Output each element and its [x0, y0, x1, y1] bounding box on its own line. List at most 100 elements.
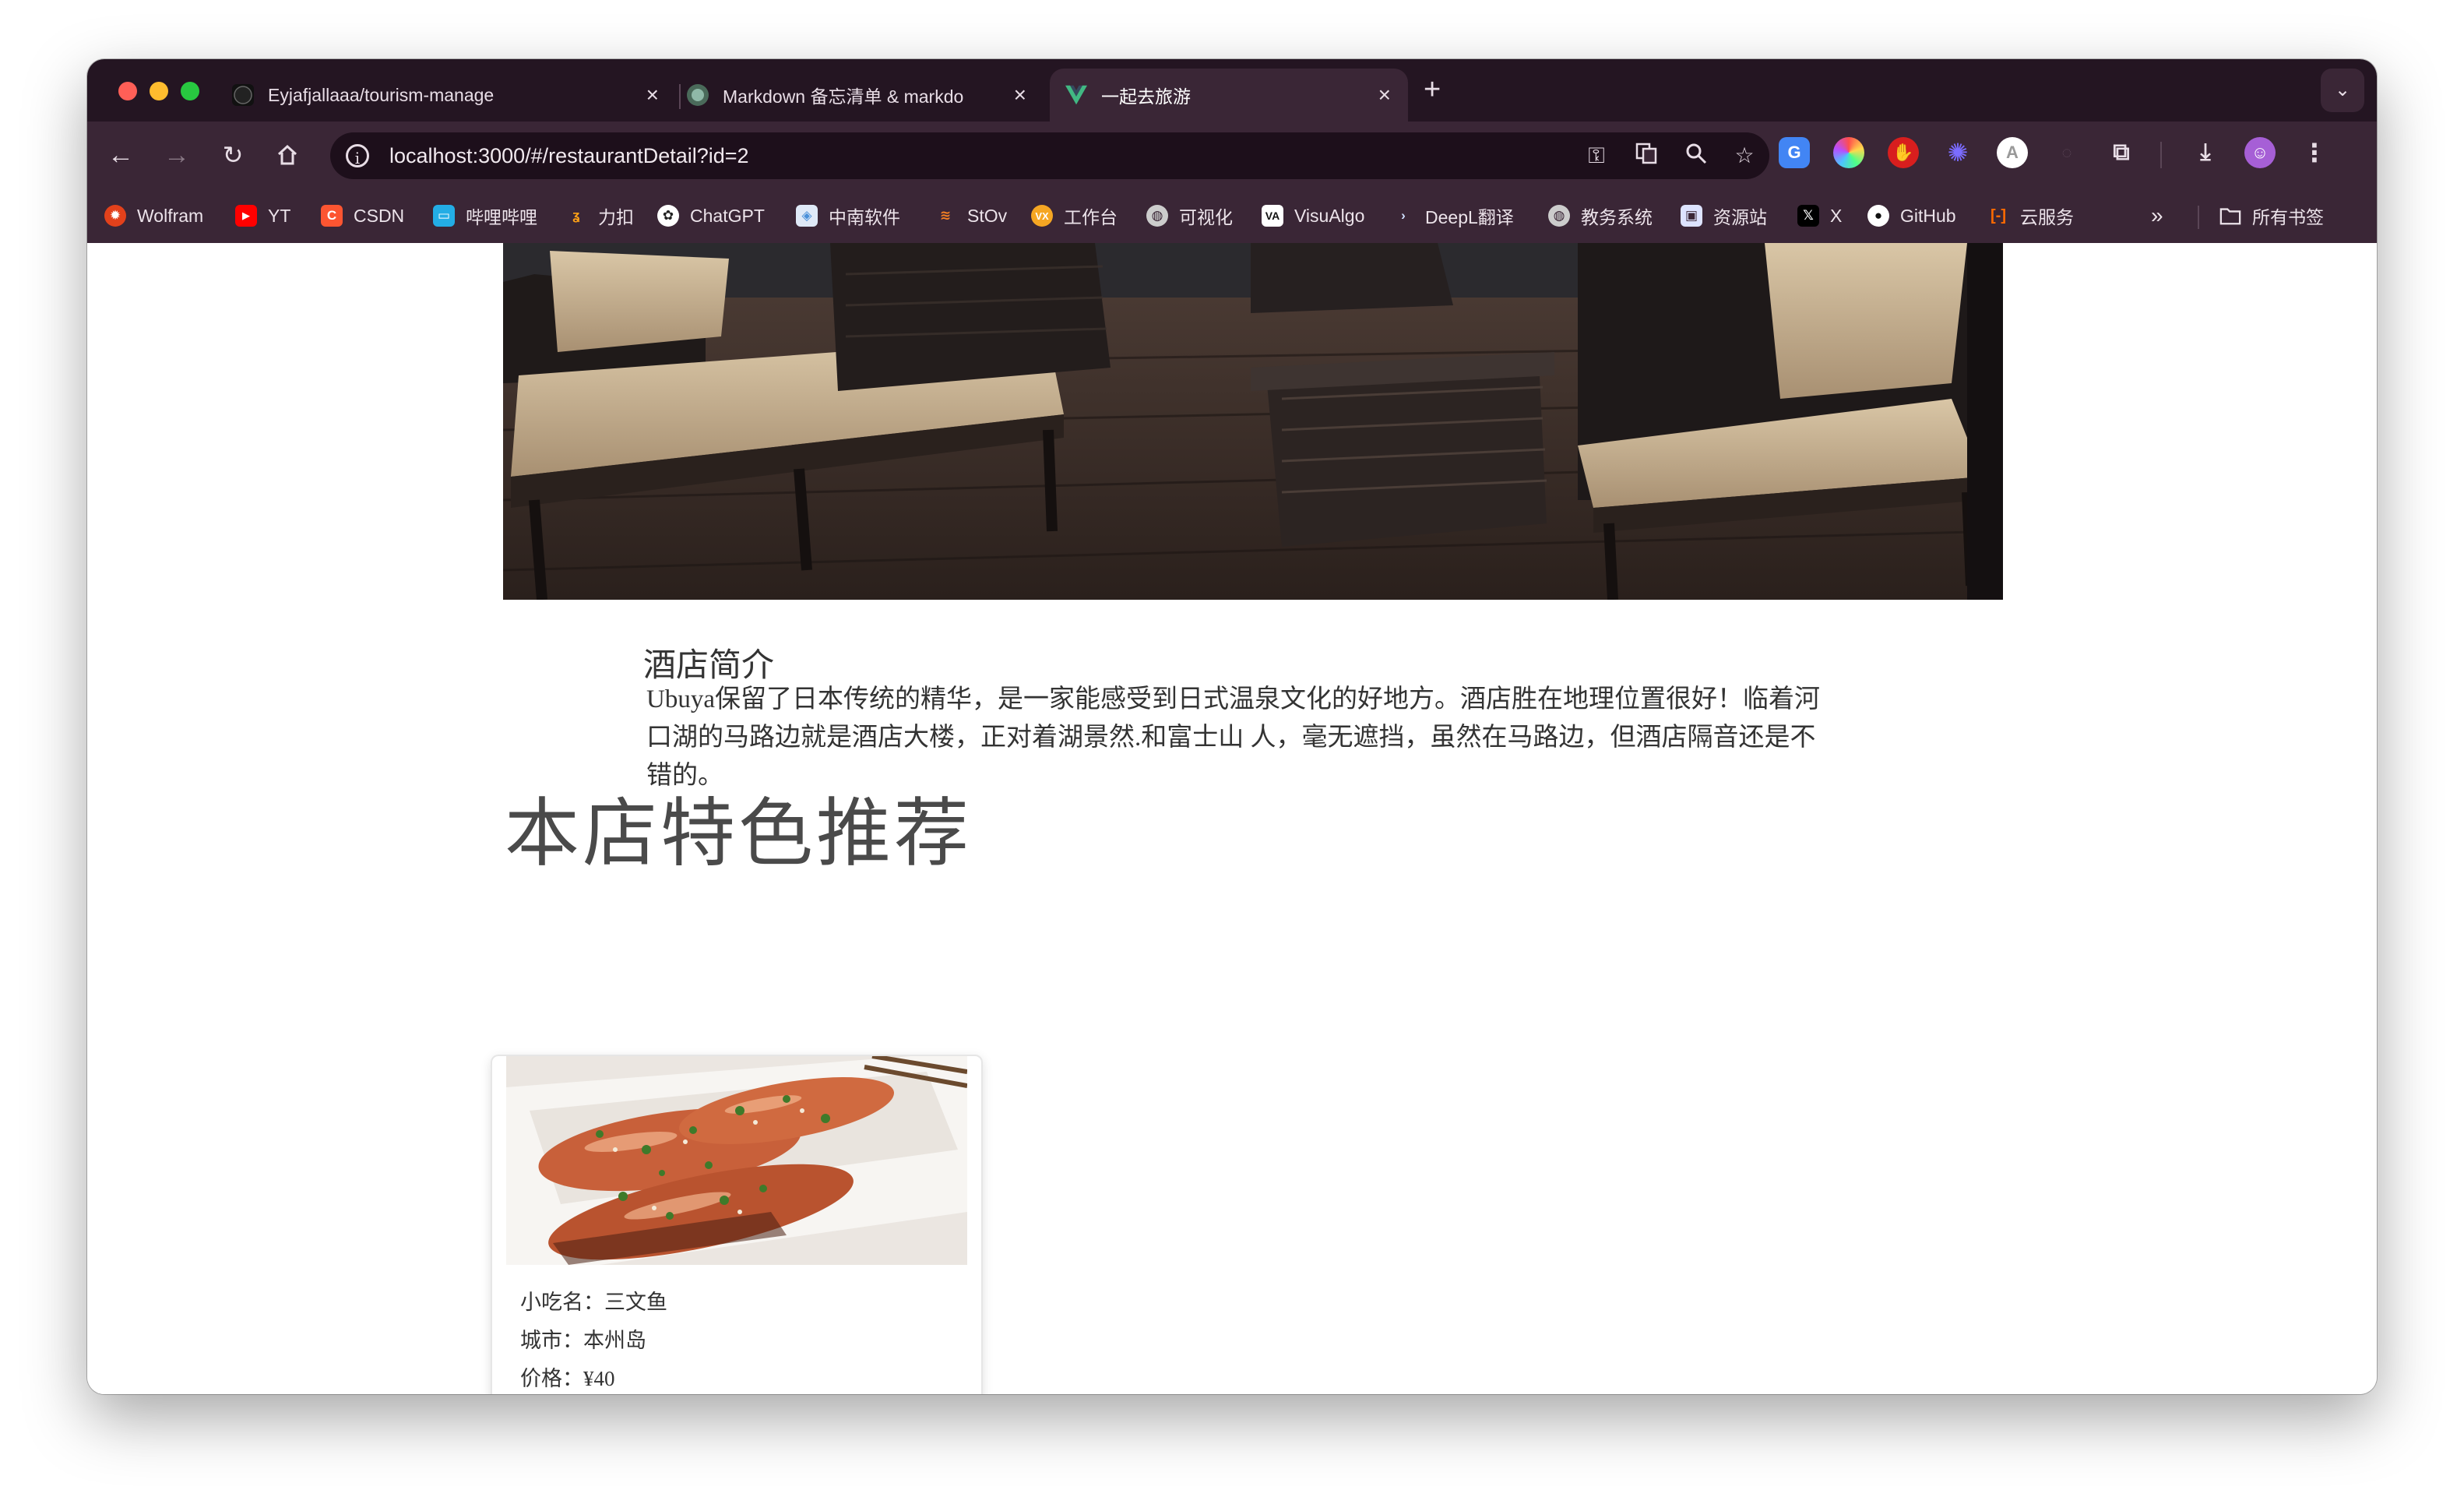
tab-markdown-cheatsheet[interactable]: Markdown 备忘清单 & markdo ×	[687, 69, 1044, 122]
visualgo-icon: VA	[1262, 205, 1283, 227]
bookmark-label: ChatGPT	[690, 205, 765, 226]
dish-card[interactable]: 小吃名：三文鱼 城市：本州岛 价格：¥40	[491, 1055, 983, 1394]
bookmark-label: 中南软件	[829, 207, 900, 227]
github-icon	[232, 84, 254, 106]
password-key-icon[interactable]: ⚿	[1582, 142, 1610, 170]
bookmark-wolfram[interactable]: ✹ Wolfram	[104, 203, 203, 229]
chatgpt-icon: ✿	[657, 205, 679, 227]
featured-section-title: 本店特色推荐	[505, 792, 972, 875]
bookmark-label: Wolfram	[137, 205, 204, 226]
tab-strip: Eyjafjallaaa/tourism-manage × Markdown 备…	[87, 59, 2377, 122]
bookmark-star-icon[interactable]: ☆	[1730, 142, 1758, 170]
more-bookmarks-chevron-icon[interactable]: »	[2151, 203, 2163, 229]
tab-title: Eyjafjallaaa/tourism-manage	[268, 84, 495, 105]
bookmark-workbench[interactable]: VX 工作台	[1031, 203, 1118, 229]
globe-icon: ◍	[1146, 205, 1168, 227]
tab-search-chevron-icon[interactable]: ⌄	[2321, 69, 2364, 112]
address-bar[interactable]: i localhost:3000/#/restaurantDetail?id=2…	[330, 132, 1769, 179]
tab-title: Markdown 备忘清单 & markdo	[723, 86, 964, 107]
minimize-window-button[interactable]	[150, 82, 168, 100]
zoom-icon[interactable]	[1682, 142, 1710, 170]
profile-a-extension-icon[interactable]: A	[1997, 137, 2028, 168]
avatar[interactable]: ☺	[2244, 137, 2276, 168]
csdn-icon: C	[321, 205, 343, 227]
cheatsheet-icon	[687, 84, 709, 106]
bookmark-csdn[interactable]: C CSDN	[321, 203, 404, 229]
bookmark-github[interactable]: ● GitHub	[1867, 203, 1956, 229]
bookmark-label: CSDN	[354, 205, 405, 226]
tab-github-repo[interactable]: Eyjafjallaaa/tourism-manage ×	[232, 69, 676, 122]
page-content: 酒店简介 Ubuya保留了日本传统的精华，是一家能感受到日式温泉文化的好地方。酒…	[87, 243, 2377, 1394]
close-tab-icon[interactable]: ×	[646, 84, 659, 106]
more-menu-icon[interactable]: ⋮	[2299, 137, 2330, 168]
close-tab-icon[interactable]: ×	[1014, 84, 1026, 106]
dish-price: 价格：¥40	[520, 1367, 615, 1390]
bookmark-label: StOv	[967, 205, 1008, 226]
salmon-photo	[506, 1056, 967, 1265]
tab-active-tourism[interactable]: 一起去旅游 ×	[1050, 69, 1408, 122]
folder-icon	[2219, 205, 2241, 227]
color-picker-extension-icon[interactable]	[1833, 137, 1864, 168]
forward-arrow-icon[interactable]: →	[159, 137, 195, 173]
wolfram-icon: ✹	[104, 205, 126, 227]
bookmark-label: 教务系统	[1581, 207, 1653, 227]
bookmark-label: 哔哩哔哩	[466, 207, 537, 227]
download-icon[interactable]: ⤓	[2190, 137, 2221, 168]
bookmark-label: X	[1830, 205, 1843, 226]
bookmark-bilibili[interactable]: ▭ 哔哩哔哩	[433, 203, 537, 229]
vue-icon	[1065, 84, 1087, 106]
new-tab-plus-icon[interactable]: +	[1424, 73, 1441, 107]
translate-icon[interactable]	[1632, 142, 1660, 170]
close-tab-icon[interactable]: ×	[1378, 84, 1391, 106]
hotel-intro-title: 酒店简介	[643, 648, 775, 684]
globe-icon: ◍	[1548, 205, 1570, 227]
google-translate-extension-icon[interactable]: G	[1779, 137, 1810, 168]
close-window-button[interactable]	[118, 82, 137, 100]
cloud-icon: [-]	[1991, 206, 2006, 224]
bookmark-label: 资源站	[1713, 207, 1767, 227]
back-arrow-icon[interactable]: ←	[103, 137, 139, 173]
zoom-window-button[interactable]	[181, 82, 199, 100]
browser-toolbar: ← → ↻ i localhost:3000/#/restaurantDetai…	[87, 122, 2377, 188]
bookmark-label: 工作台	[1064, 207, 1118, 227]
all-bookmarks-folder[interactable]: 所有书签	[2219, 203, 2324, 229]
browser-window: Eyjafjallaaa/tourism-manage × Markdown 备…	[87, 59, 2377, 1394]
resource-icon: ▣	[1681, 205, 1702, 227]
bookmark-academic[interactable]: ◍ 教务系统	[1548, 203, 1653, 229]
bookmark-label: VisuAlgo	[1294, 205, 1365, 226]
ublock-extension-icon[interactable]: ✋	[1888, 137, 1919, 168]
stackoverflow-icon: ≋	[939, 208, 952, 223]
bookmark-label: 力扣	[598, 207, 634, 227]
bookmark-visualgo[interactable]: VA VisuAlgo	[1262, 203, 1364, 229]
dish-city: 城市：本州岛	[520, 1329, 646, 1352]
bookmark-label: 云服务	[2020, 207, 2074, 227]
dish-photo	[506, 1056, 967, 1265]
bilibili-icon: ▭	[433, 205, 455, 227]
reload-icon[interactable]: ↻	[215, 137, 251, 173]
youtube-icon: ▶	[235, 205, 257, 227]
bookmark-label: 所有书签	[2252, 207, 2324, 227]
bookmarks-bar: ✹ Wolfram ▶ YT C CSDN ▭ 哔哩哔哩 ʓ 力扣 ✿ Chat…	[87, 188, 2377, 243]
site-info-icon[interactable]: i	[346, 144, 369, 167]
home-icon[interactable]	[269, 137, 305, 173]
bookmark-resources[interactable]: ▣ 资源站	[1681, 203, 1767, 229]
hotel-hero-image	[503, 243, 2003, 600]
bookmark-csu[interactable]: ◈ 中南软件	[796, 203, 900, 229]
bookmark-deepl[interactable]: › DeepL翻译	[1392, 203, 1514, 229]
bookmark-visualize[interactable]: ◍ 可视化	[1146, 203, 1233, 229]
bookmark-stov[interactable]: ≋ StOv	[935, 203, 1007, 229]
starburst-extension-icon[interactable]: ✺	[1942, 137, 1973, 168]
disabled-extension-icon[interactable]: ◌	[2051, 137, 2082, 168]
bookmark-cloud[interactable]: [-] 云服务	[1987, 203, 2074, 229]
bookmark-leetcode[interactable]: ʓ 力扣	[565, 203, 634, 229]
bookmark-label: DeepL翻译	[1425, 207, 1514, 227]
url-text[interactable]: localhost:3000/#/restaurantDetail?id=2	[389, 144, 749, 168]
bookmark-chatgpt[interactable]: ✿ ChatGPT	[657, 203, 765, 229]
toolbar-divider	[2160, 142, 2162, 168]
extensions-puzzle-icon[interactable]: ⧉	[2106, 137, 2137, 168]
bookmark-x[interactable]: 𝕏 X	[1797, 203, 1842, 229]
tab-separator	[679, 84, 681, 109]
bookmark-label: YT	[268, 205, 291, 226]
bookmark-yt[interactable]: ▶ YT	[235, 203, 290, 229]
github-icon: ●	[1867, 205, 1889, 227]
